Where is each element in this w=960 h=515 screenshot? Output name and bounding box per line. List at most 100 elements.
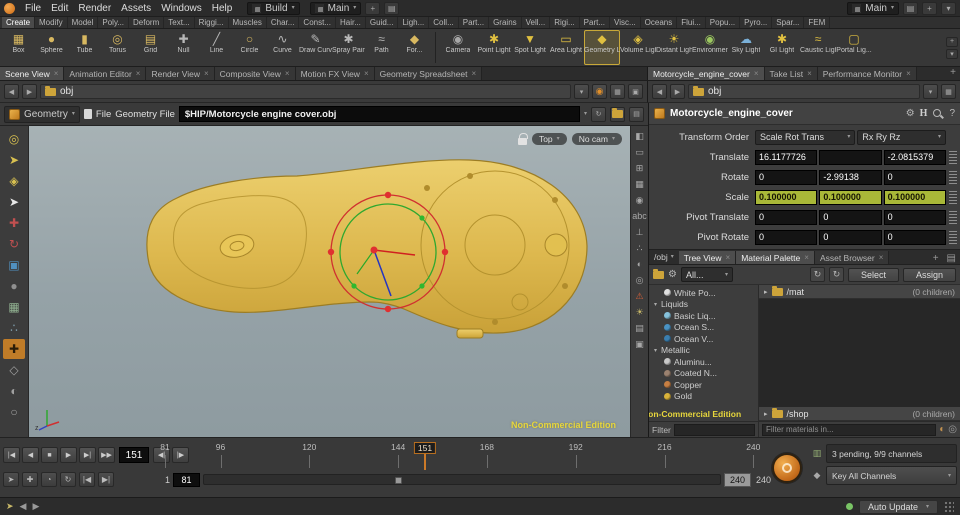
param-field-z[interactable]: -2.0815379	[884, 150, 946, 165]
shop-context-row[interactable]: ▸ /shop (0 children)	[759, 407, 960, 421]
grid-snap-icon[interactable]: ▦	[610, 84, 625, 99]
tool-spot-light[interactable]: ▼ Spot Light	[512, 30, 548, 65]
viewport-normals-icon[interactable]: ⊥	[632, 225, 647, 239]
tab-tree-view[interactable]: Tree View ×	[679, 251, 736, 264]
tool-caustic-light[interactable]: ≈ Caustic Light	[800, 30, 836, 65]
geometry-file-input[interactable]: $HIP/Motorcycle engine cover.obj	[179, 106, 580, 122]
shelf-tab-particlefluids[interactable]: Part...	[580, 17, 610, 28]
timeline-playhead[interactable]: 151	[424, 443, 426, 470]
prev-range-button[interactable]: |◀	[79, 472, 95, 487]
param-field-y[interactable]: 0.100000	[819, 190, 881, 205]
set-keyframe-button[interactable]	[772, 453, 802, 483]
frame-range-slider[interactable]	[203, 474, 721, 485]
value-ladder-icon[interactable]	[949, 171, 957, 184]
reload-geometry-icon[interactable]: ↻	[591, 107, 606, 122]
range-slider-handle[interactable]	[395, 477, 402, 484]
nav-back-button[interactable]: ◀	[4, 84, 19, 99]
select-geometry-icon[interactable]: ◈	[3, 171, 25, 191]
tool-path[interactable]: ≈ Path	[365, 30, 398, 65]
stop-button[interactable]: ■	[41, 447, 58, 463]
tool-environment-light[interactable]: ◉ Environment Light	[692, 30, 728, 65]
tab-close-icon[interactable]: ×	[804, 253, 809, 262]
shelf-tab-oceans[interactable]: Oceans	[641, 17, 678, 28]
toolbar-menu-icon[interactable]: ▤	[629, 107, 644, 122]
expand-arrow-icon[interactable]: ▸	[764, 410, 768, 418]
sphere-preview-icon[interactable]: ◐	[939, 424, 945, 435]
scale-tool-icon[interactable]: ▣	[3, 255, 25, 275]
scene-selector-2[interactable]: Main ▾	[847, 2, 899, 15]
nav-back-button[interactable]: ◀	[652, 84, 667, 99]
step-forward-button[interactable]: ▶|	[79, 447, 96, 463]
pose-tool-icon[interactable]: ●	[3, 276, 25, 296]
viewport-layout-icon[interactable]: ◧	[632, 129, 647, 143]
transform-order-dropdown[interactable]: Scale Rot Trans ▾	[755, 130, 855, 145]
current-frame-field[interactable]: 151	[119, 447, 149, 463]
viewport-single-view-icon[interactable]: ▭	[632, 145, 647, 159]
material-ocean-volume[interactable]: Ocean V...	[649, 333, 758, 345]
material-ocean-surface[interactable]: Ocean S...	[649, 322, 758, 334]
menu-help[interactable]: Help	[207, 2, 238, 15]
shelf-tab-character[interactable]: Char...	[267, 17, 300, 28]
next-range-button[interactable]: ▶|	[98, 472, 114, 487]
visibility-icon[interactable]: ○	[3, 402, 25, 422]
tool-null[interactable]: ✚ Null	[167, 30, 200, 65]
shelf-tab-collisions[interactable]: Coll...	[429, 17, 458, 28]
tool-portal-light[interactable]: ▢ Portal Lig...	[836, 30, 872, 65]
add-pane-button[interactable]: +	[922, 2, 937, 15]
pointer-icon[interactable]: ➤	[3, 192, 25, 212]
tab-take-list[interactable]: Take List ×	[765, 67, 818, 80]
tab-close-icon[interactable]: ×	[136, 69, 141, 78]
shelf-tab-texture[interactable]: Text...	[164, 17, 194, 28]
menu-file[interactable]: File	[20, 2, 46, 15]
shelf-tab-fem[interactable]: FEM	[804, 17, 830, 28]
menu-render[interactable]: Render	[73, 2, 116, 15]
refresh-icon[interactable]: ↻	[810, 267, 825, 282]
tab-close-icon[interactable]: ×	[726, 253, 731, 262]
tool-box[interactable]: ▦ Box	[2, 30, 35, 65]
3d-viewport[interactable]: Top ▾ No cam ▾ Non-Commercial Edition z	[29, 126, 630, 437]
tool-sky-light[interactable]: ☁ Sky Light	[728, 30, 764, 65]
shelf-tab-model[interactable]: Model	[68, 17, 99, 28]
tool-for[interactable]: ◆ For...	[398, 30, 431, 65]
camera-selector[interactable]: No cam ▾	[572, 133, 622, 145]
shelf-tab-guides[interactable]: Guid...	[366, 17, 399, 28]
pane-menu-icon[interactable]: ▤	[943, 253, 960, 264]
add-shelf-tab-button[interactable]: +	[946, 37, 958, 47]
loop-mode-icon[interactable]: ↻	[60, 472, 76, 487]
tab-performance-monitor[interactable]: Performance Monitor ×	[818, 67, 917, 80]
param-field-z[interactable]: 0	[884, 230, 946, 245]
shelf-tab-constraints[interactable]: Const...	[299, 17, 336, 28]
range-start-field[interactable]: 81	[173, 473, 200, 487]
material-copper[interactable]: Copper	[649, 379, 758, 391]
shelf-tab-rigging[interactable]: Riggi...	[195, 17, 229, 28]
param-field-y[interactable]	[819, 150, 881, 165]
tool-torus[interactable]: ◎ Torus	[101, 30, 134, 65]
gear-icon[interactable]: ⚙	[668, 269, 677, 280]
thumbnail-icon[interactable]: ▣	[628, 84, 643, 99]
shelf-tab-create[interactable]: Create	[2, 17, 35, 28]
viewport-warning-icon[interactable]: ⚠	[632, 289, 647, 303]
status-forward-icon[interactable]: ▶	[32, 501, 39, 512]
nav-forward-button[interactable]: ▶	[22, 84, 37, 99]
sticky-note-icon[interactable]: ◉	[592, 84, 607, 99]
gallery-filter-input[interactable]	[674, 424, 755, 436]
menu-edit[interactable]: Edit	[46, 2, 73, 15]
tool-curve[interactable]: ∿ Curve	[266, 30, 299, 65]
tab-asset-browser[interactable]: Asset Browser ×	[815, 251, 889, 264]
tool-volume-light[interactable]: ◈ Volume Light	[620, 30, 656, 65]
tab-close-icon[interactable]: ×	[54, 69, 59, 78]
viewport-points-icon[interactable]: ∴	[632, 241, 647, 255]
shelf-tab-muscles[interactable]: Muscles	[229, 17, 267, 28]
tool-spray-paint[interactable]: ✱ Spray Paint	[332, 30, 365, 65]
shelf-tab-particles[interactable]: Part...	[459, 17, 489, 28]
tool-geometry-light[interactable]: ◆ Geometry Light	[584, 30, 620, 65]
move-tool-icon[interactable]: ✚	[3, 213, 25, 233]
tab-close-icon[interactable]: ×	[879, 253, 884, 262]
viewport-shade-icon[interactable]: ◐	[632, 257, 647, 271]
material-gold[interactable]: Gold	[649, 391, 758, 403]
tab-render-view[interactable]: Render View ×	[146, 67, 214, 80]
layout-menu-icon[interactable]: ▤	[384, 2, 399, 15]
material-basic-liquid[interactable]: Basic Liq...	[649, 310, 758, 322]
param-field-x[interactable]: 0	[755, 170, 817, 185]
shelf-tab-rigid[interactable]: Rigi...	[550, 17, 579, 28]
